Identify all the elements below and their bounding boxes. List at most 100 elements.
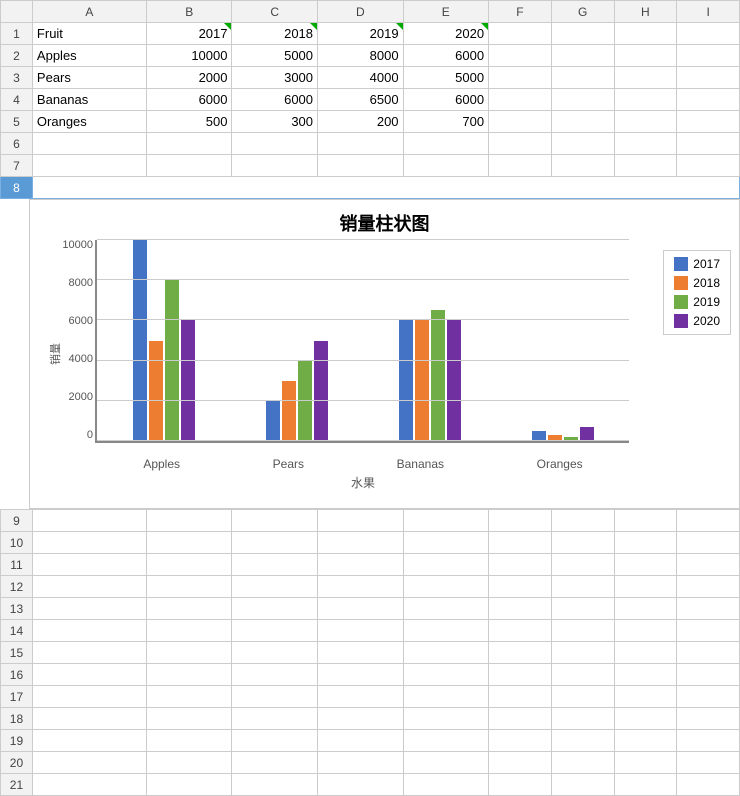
cell-extra-12-3[interactable] [318,576,404,598]
cell-extra-11-4[interactable] [403,554,489,576]
cell-extra-20-3[interactable] [318,752,404,774]
cell-h2[interactable] [614,45,677,67]
col-header-i[interactable]: I [677,1,740,23]
cell-a5[interactable]: Oranges [32,111,146,133]
cell-extra-12-4[interactable] [403,576,489,598]
cell-extra-15-8[interactable] [677,642,740,664]
cell-extra-15-0[interactable] [32,642,146,664]
col-header-h[interactable]: H [614,1,677,23]
cell-extra-16-2[interactable] [232,664,318,686]
cell-b4[interactable]: 6000 [146,89,232,111]
cell-h5[interactable] [614,111,677,133]
cell-g4[interactable] [551,89,614,111]
cell-extra-20-1[interactable] [146,752,232,774]
cell-c7[interactable] [232,155,318,177]
cell-extra-16-4[interactable] [403,664,489,686]
cell-extra-15-3[interactable] [318,642,404,664]
cell-extra-10-7[interactable] [614,532,677,554]
cell-d7[interactable] [318,155,404,177]
cell-extra-15-2[interactable] [232,642,318,664]
cell-c1[interactable]: 2018 [232,23,318,45]
cell-i3[interactable] [677,67,740,89]
cell-extra-14-7[interactable] [614,620,677,642]
cell-a4[interactable]: Bananas [32,89,146,111]
cell-g2[interactable] [551,45,614,67]
cell-b7[interactable] [146,155,232,177]
cell-extra-19-2[interactable] [232,730,318,752]
cell-c6[interactable] [232,133,318,155]
cell-h3[interactable] [614,67,677,89]
cell-g5[interactable] [551,111,614,133]
cell-b1[interactable]: 2017 [146,23,232,45]
cell-extra-14-5[interactable] [489,620,552,642]
cell-c3[interactable]: 3000 [232,67,318,89]
col-header-b[interactable]: B [146,1,232,23]
cell-extra-10-6[interactable] [551,532,614,554]
cell-extra-17-4[interactable] [403,686,489,708]
cell-extra-19-3[interactable] [318,730,404,752]
cell-i2[interactable] [677,45,740,67]
cell-extra-19-1[interactable] [146,730,232,752]
col-header-d[interactable]: D [318,1,404,23]
cell-e4[interactable]: 6000 [403,89,489,111]
cell-i5[interactable] [677,111,740,133]
cell-b5[interactable]: 500 [146,111,232,133]
cell-extra-15-5[interactable] [489,642,552,664]
cell-extra-12-8[interactable] [677,576,740,598]
cell-extra-15-1[interactable] [146,642,232,664]
cell-d2[interactable]: 8000 [318,45,404,67]
cell-extra-10-1[interactable] [146,532,232,554]
cell-extra-20-4[interactable] [403,752,489,774]
col-header-e[interactable]: E [403,1,489,23]
cell-extra-17-8[interactable] [677,686,740,708]
cell-extra-18-5[interactable] [489,708,552,730]
cell-extra-12-1[interactable] [146,576,232,598]
cell-h6[interactable] [614,133,677,155]
cell-extra-11-2[interactable] [232,554,318,576]
cell-extra-14-2[interactable] [232,620,318,642]
cell-extra-11-5[interactable] [489,554,552,576]
col-header-c[interactable]: C [232,1,318,23]
cell-extra-18-7[interactable] [614,708,677,730]
cell-g1[interactable] [551,23,614,45]
cell-extra-10-8[interactable] [677,532,740,554]
cell-extra-21-6[interactable] [551,774,614,796]
cell-extra-10-2[interactable] [232,532,318,554]
cell-extra-18-4[interactable] [403,708,489,730]
cell-extra-13-3[interactable] [318,598,404,620]
cell-extra-11-8[interactable] [677,554,740,576]
col-header-a[interactable]: A [32,1,146,23]
cell-extra-13-5[interactable] [489,598,552,620]
cell-extra-21-2[interactable] [232,774,318,796]
cell-extra-12-7[interactable] [614,576,677,598]
cell-extra-13-7[interactable] [614,598,677,620]
cell-extra-17-1[interactable] [146,686,232,708]
cell-f1[interactable] [489,23,552,45]
cell-h1[interactable] [614,23,677,45]
cell-extra-20-2[interactable] [232,752,318,774]
cell-extra-14-6[interactable] [551,620,614,642]
cell-e3[interactable]: 5000 [403,67,489,89]
cell-extra-14-0[interactable] [32,620,146,642]
cell-extra-21-8[interactable] [677,774,740,796]
cell-extra-12-0[interactable] [32,576,146,598]
cell-c2[interactable]: 5000 [232,45,318,67]
cell-extra-14-4[interactable] [403,620,489,642]
cell-extra-18-0[interactable] [32,708,146,730]
cell-a3[interactable]: Pears [32,67,146,89]
cell-extra-19-6[interactable] [551,730,614,752]
cell-extra-12-2[interactable] [232,576,318,598]
cell-extra-11-0[interactable] [32,554,146,576]
cell-d4[interactable]: 6500 [318,89,404,111]
cell-extra-11-3[interactable] [318,554,404,576]
cell-extra-18-8[interactable] [677,708,740,730]
cell-e2[interactable]: 6000 [403,45,489,67]
cell-b6[interactable] [146,133,232,155]
cell-h7[interactable] [614,155,677,177]
cell-extra-17-3[interactable] [318,686,404,708]
cell-a2[interactable]: Apples [32,45,146,67]
cell-extra-17-5[interactable] [489,686,552,708]
cell-extra-20-0[interactable] [32,752,146,774]
cell-extra-21-0[interactable] [32,774,146,796]
cell-f2[interactable] [489,45,552,67]
